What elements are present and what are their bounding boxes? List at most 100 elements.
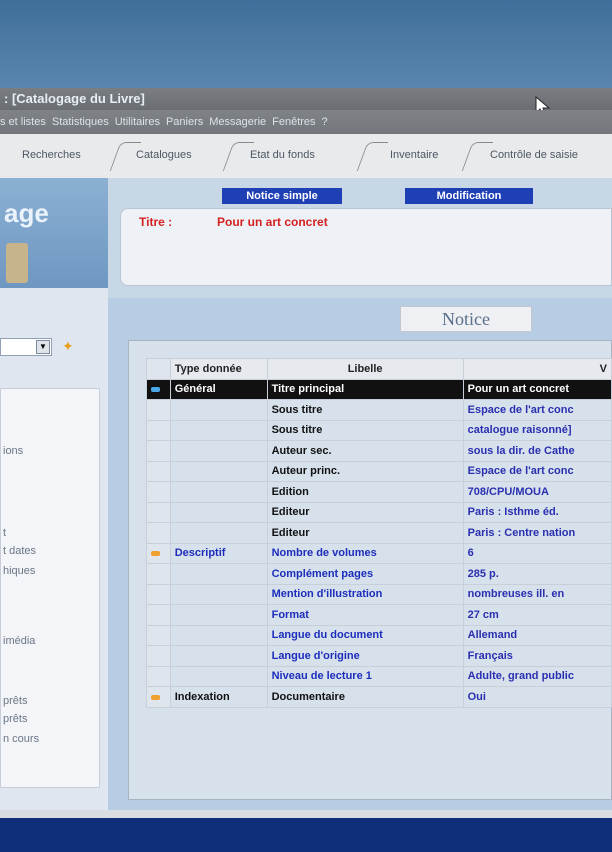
cell-valeur[interactable]: Oui bbox=[462, 686, 612, 708]
table-row[interactable]: Descriptif Nombre de volumes 6 bbox=[146, 542, 612, 564]
row-marker[interactable] bbox=[146, 399, 171, 421]
table-row[interactable]: Complément pages 285 p. bbox=[146, 563, 612, 585]
go-icon[interactable]: ✦ bbox=[62, 338, 74, 355]
table-row[interactable]: Format 27 cm bbox=[146, 604, 612, 626]
chevron-down-icon[interactable]: ▼ bbox=[36, 340, 50, 354]
cell-valeur[interactable]: Pour un art concret bbox=[462, 378, 612, 400]
table-header-row: Type donnée Libelle V bbox=[146, 358, 612, 380]
status-strip bbox=[0, 810, 612, 818]
cell-libelle: Nombre de volumes bbox=[266, 542, 464, 564]
cell-libelle: Sous titre bbox=[266, 419, 464, 441]
taskbar bbox=[0, 818, 612, 852]
row-marker[interactable] bbox=[146, 624, 171, 646]
left-nav-item[interactable]: t dates bbox=[3, 545, 36, 557]
table-row[interactable]: Edition 708/CPU/MOUA bbox=[146, 481, 612, 503]
row-marker[interactable] bbox=[146, 378, 171, 400]
menu-item[interactable]: Statistiques bbox=[52, 116, 109, 128]
row-marker[interactable] bbox=[146, 522, 171, 544]
tab-notice-simple[interactable]: Notice simple bbox=[222, 188, 342, 204]
left-nav-item[interactable]: prêts bbox=[3, 695, 27, 707]
cell-valeur[interactable]: 27 cm bbox=[462, 604, 612, 626]
cell-valeur[interactable]: sous la dir. de Cathe bbox=[462, 440, 612, 462]
header-valeur[interactable]: V bbox=[462, 358, 612, 380]
cell-type bbox=[169, 440, 268, 462]
cell-valeur[interactable]: Espace de l'art conc bbox=[462, 460, 612, 482]
menu-item[interactable]: Messagerie bbox=[209, 116, 266, 128]
collapse-icon[interactable] bbox=[151, 387, 160, 393]
row-marker[interactable] bbox=[146, 604, 171, 626]
cell-valeur[interactable]: Paris : Centre nation bbox=[462, 522, 612, 544]
cell-libelle: Auteur sec. bbox=[266, 440, 464, 462]
cell-valeur[interactable]: 6 bbox=[462, 542, 612, 564]
titre-label: Titre : bbox=[139, 215, 173, 229]
menu-item[interactable]: Fenêtres bbox=[272, 116, 315, 128]
table-row[interactable]: Editeur Paris : Centre nation bbox=[146, 522, 612, 544]
cell-valeur[interactable]: Espace de l'art conc bbox=[462, 399, 612, 421]
cell-type: Indexation bbox=[169, 686, 268, 708]
cell-type bbox=[169, 460, 268, 482]
toolbar-etat-du-fonds[interactable]: Etat du fonds bbox=[250, 149, 315, 161]
cell-type: Général bbox=[169, 378, 268, 400]
cell-valeur[interactable]: Allemand bbox=[462, 624, 612, 646]
row-marker[interactable] bbox=[146, 501, 171, 523]
titre-value: Pour un art concret bbox=[217, 215, 328, 229]
toolbar-recherches[interactable]: Recherches bbox=[22, 149, 81, 161]
cell-valeur[interactable]: Paris : Isthme éd. bbox=[462, 501, 612, 523]
cell-libelle: Auteur princ. bbox=[266, 460, 464, 482]
left-nav-item[interactable]: prêts bbox=[3, 713, 27, 725]
row-marker[interactable] bbox=[146, 665, 171, 687]
table-row[interactable]: Auteur sec. sous la dir. de Cathe bbox=[146, 440, 612, 462]
toolbar-catalogues[interactable]: Catalogues bbox=[136, 149, 192, 161]
table-row[interactable]: Général Titre principal Pour un art concre… bbox=[146, 378, 612, 400]
cell-type bbox=[169, 419, 268, 441]
collapse-icon[interactable] bbox=[151, 694, 160, 700]
table-row[interactable]: Sous titre Espace de l'art conc bbox=[146, 399, 612, 421]
menu-item[interactable]: ? bbox=[322, 116, 328, 128]
menu-item[interactable]: s et listes bbox=[0, 116, 46, 128]
cell-valeur[interactable]: 708/CPU/MOUA bbox=[462, 481, 612, 503]
toolbar-separator bbox=[461, 142, 494, 171]
cell-libelle: Editeur bbox=[266, 522, 464, 544]
cell-type bbox=[169, 501, 268, 523]
cell-valeur[interactable]: Adulte, grand public bbox=[462, 665, 612, 687]
row-marker[interactable] bbox=[146, 481, 171, 503]
header-type-donnee[interactable]: Type donnée bbox=[169, 358, 268, 380]
menu-item[interactable]: Paniers bbox=[166, 116, 203, 128]
left-nav-item[interactable]: imédia bbox=[3, 635, 35, 647]
row-marker[interactable] bbox=[146, 686, 171, 708]
menu-item[interactable]: Utilitaires bbox=[115, 116, 160, 128]
row-marker[interactable] bbox=[146, 419, 171, 441]
left-nav-item[interactable]: ions bbox=[3, 445, 23, 457]
row-marker[interactable] bbox=[146, 460, 171, 482]
toolbar-inventaire[interactable]: Inventaire bbox=[390, 149, 438, 161]
table-row[interactable]: Langue d'origine Français bbox=[146, 645, 612, 667]
left-nav-item[interactable]: hiques bbox=[3, 565, 35, 577]
cell-type: Descriptif bbox=[169, 542, 268, 564]
table-row[interactable]: Auteur princ. Espace de l'art conc bbox=[146, 460, 612, 482]
row-marker[interactable] bbox=[146, 542, 171, 564]
left-nav-item[interactable]: n cours bbox=[3, 733, 39, 745]
collapse-icon[interactable] bbox=[151, 551, 160, 557]
table-row[interactable]: Sous titre catalogue raisonné] bbox=[146, 419, 612, 441]
toolbar-controle-de-saisie[interactable]: Contrôle de saisie bbox=[490, 149, 578, 161]
row-marker[interactable] bbox=[146, 440, 171, 462]
cell-libelle: Format bbox=[266, 604, 464, 626]
table-row[interactable]: Indexation Documentaire Oui bbox=[146, 686, 612, 708]
table-row[interactable]: Niveau de lecture 1 Adulte, grand public bbox=[146, 665, 612, 687]
table-row[interactable]: Langue du document Allemand bbox=[146, 624, 612, 646]
cell-type bbox=[169, 604, 268, 626]
row-marker[interactable] bbox=[146, 563, 171, 585]
row-marker[interactable] bbox=[146, 645, 171, 667]
tab-modification[interactable]: Modification bbox=[405, 188, 533, 204]
cell-type bbox=[169, 665, 268, 687]
cell-valeur[interactable]: nombreuses ill. en bbox=[462, 583, 612, 605]
cell-valeur[interactable]: catalogue raisonné] bbox=[462, 419, 612, 441]
table-row[interactable]: Editeur Paris : Isthme éd. bbox=[146, 501, 612, 523]
cell-valeur[interactable]: 285 p. bbox=[462, 563, 612, 585]
row-marker[interactable] bbox=[146, 583, 171, 605]
header-libelle[interactable]: Libelle bbox=[266, 358, 464, 380]
cell-valeur[interactable]: Français bbox=[462, 645, 612, 667]
cell-libelle: Edition bbox=[266, 481, 464, 503]
left-nav-item[interactable]: t bbox=[3, 527, 6, 539]
table-row[interactable]: Mention d'illustration nombreuses ill. en bbox=[146, 583, 612, 605]
